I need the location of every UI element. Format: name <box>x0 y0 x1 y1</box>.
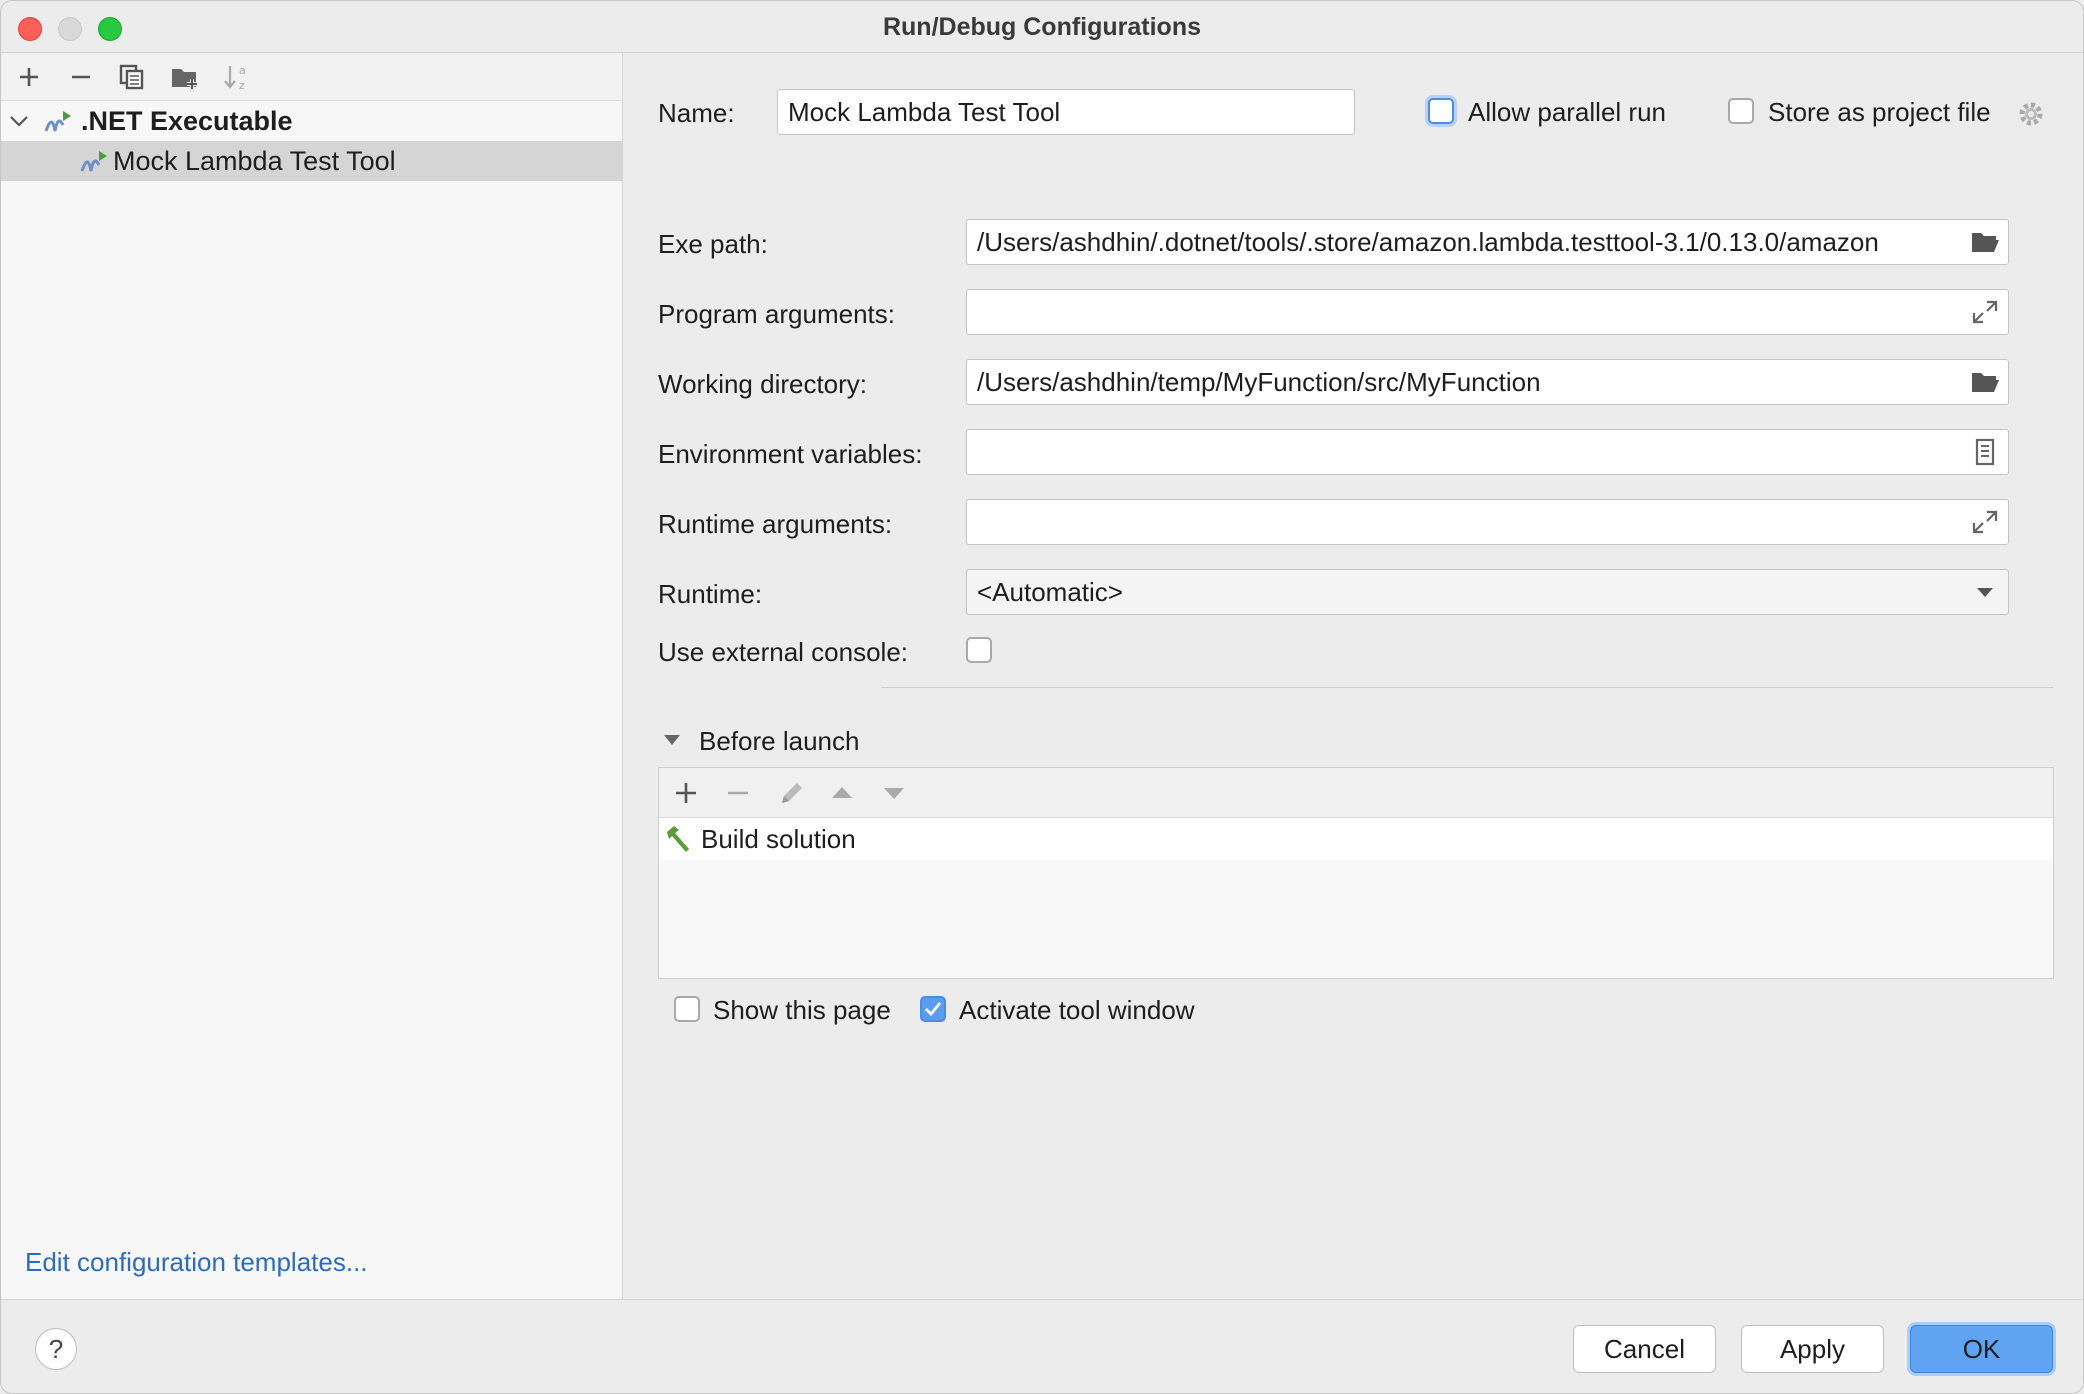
gear-icon[interactable] <box>2016 99 2046 129</box>
minus-icon[interactable] <box>725 780 751 806</box>
dialog-button-bar: ? Cancel Apply OK <box>1 1299 2083 1393</box>
tree-toolbar: az <box>1 53 622 101</box>
folder-open-icon[interactable] <box>1970 368 2000 396</box>
new-folder-button[interactable] <box>167 59 203 95</box>
pencil-icon[interactable] <box>777 778 807 808</box>
runtime-select[interactable]: <Automatic> <box>966 569 2009 615</box>
chevron-down-icon <box>1977 588 1993 597</box>
svg-text:a: a <box>239 64 246 77</box>
name-label: Name: <box>658 98 735 128</box>
store-as-project-file-checkbox[interactable] <box>1728 98 1754 124</box>
runtime-selected-value: <Automatic> <box>977 577 1123 607</box>
runtime-arguments-input[interactable] <box>966 499 2009 545</box>
run-debug-dialog: Run/Debug Configurations az .NET Executa <box>0 0 2084 1394</box>
expand-icon[interactable] <box>1970 298 2000 326</box>
window-title: Run/Debug Configurations <box>882 13 1202 41</box>
configuration-tree-pane: az .NET Executable Mock Lambda Test Tool… <box>1 53 623 1299</box>
add-configuration-button[interactable] <box>11 59 47 95</box>
environment-variables-label: Environment variables: <box>658 439 923 469</box>
tree-group-dotnet-executable[interactable]: .NET Executable <box>1 101 622 141</box>
ok-button[interactable]: OK <box>1910 1325 2053 1373</box>
copy-configuration-button[interactable] <box>114 59 150 95</box>
chevron-down-icon[interactable] <box>8 110 30 132</box>
exe-path-label: Exe path: <box>658 229 768 259</box>
sort-configurations-button[interactable]: az <box>219 59 255 95</box>
show-this-page-checkbox[interactable] <box>674 996 700 1022</box>
help-button[interactable]: ? <box>35 1328 77 1370</box>
show-this-page-label[interactable]: Show this page <box>713 995 891 1026</box>
before-launch-tasks-panel: Build solution <box>658 767 2054 979</box>
activate-tool-window-label[interactable]: Activate tool window <box>959 995 1195 1026</box>
cancel-button[interactable]: Cancel <box>1573 1325 1716 1373</box>
task-label: Build solution <box>701 824 856 854</box>
name-input[interactable]: Mock Lambda Test Tool <box>777 89 1355 135</box>
allow-parallel-run-checkbox[interactable] <box>1428 98 1454 124</box>
move-up-icon[interactable] <box>829 780 855 806</box>
allow-parallel-run-label[interactable]: Allow parallel run <box>1468 97 1666 128</box>
use-external-console-label: Use external console: <box>658 637 909 667</box>
working-directory-label: Working directory: <box>658 369 868 399</box>
folder-add-icon <box>172 69 197 89</box>
move-down-icon[interactable] <box>881 780 907 806</box>
store-as-project-file-label[interactable]: Store as project file <box>1768 97 1991 128</box>
environment-variables-input[interactable] <box>966 429 2009 475</box>
working-directory-input[interactable]: /Users/ashdhin/temp/MyFunction/src/MyFun… <box>966 359 2009 405</box>
section-divider <box>881 687 2053 688</box>
collapse-triangle-icon[interactable] <box>661 729 683 751</box>
plus-icon[interactable] <box>673 780 699 806</box>
folder-open-icon[interactable] <box>1970 228 2000 256</box>
before-launch-toolbar <box>659 768 2053 818</box>
tree-group-label: .NET Executable <box>81 106 293 136</box>
document-list-icon[interactable] <box>1970 438 2000 466</box>
tree-item-mock-lambda-test-tool[interactable]: Mock Lambda Test Tool <box>1 141 622 181</box>
checkmark-icon <box>925 1002 942 1017</box>
remove-configuration-button[interactable] <box>63 59 99 95</box>
runtime-arguments-label: Runtime arguments: <box>658 509 893 539</box>
before-launch-title: Before launch <box>699 726 860 756</box>
edit-configuration-templates-link[interactable]: Edit configuration templates... <box>25 1247 368 1278</box>
hammer-icon <box>667 826 689 852</box>
apply-button[interactable]: Apply <box>1741 1325 1884 1373</box>
use-external-console-checkbox[interactable] <box>966 637 992 663</box>
program-arguments-input[interactable] <box>966 289 2009 335</box>
plus-icon <box>20 68 38 86</box>
sort-alpha-icon: az <box>224 64 246 92</box>
tree-item-label: Mock Lambda Test Tool <box>113 146 396 176</box>
dotnet-run-icon <box>44 111 71 132</box>
title-bar: Run/Debug Configurations <box>1 1 2083 53</box>
exe-path-value: /Users/ashdhin/.dotnet/tools/.store/amaz… <box>977 227 1879 257</box>
activate-tool-window-checkbox[interactable] <box>920 996 946 1022</box>
svg-text:z: z <box>239 79 245 92</box>
program-arguments-label: Program arguments: <box>658 299 895 329</box>
runtime-label: Runtime: <box>658 579 763 609</box>
working-directory-value: /Users/ashdhin/temp/MyFunction/src/MyFun… <box>977 367 1541 397</box>
copy-icon <box>119 64 144 90</box>
exe-path-input[interactable]: /Users/ashdhin/.dotnet/tools/.store/amaz… <box>966 219 2009 265</box>
before-launch-task-row[interactable]: Build solution <box>659 818 2053 860</box>
name-value: Mock Lambda Test Tool <box>788 97 1061 127</box>
dotnet-run-icon <box>80 151 107 172</box>
minus-icon <box>72 75 90 79</box>
expand-icon[interactable] <box>1970 508 2000 536</box>
